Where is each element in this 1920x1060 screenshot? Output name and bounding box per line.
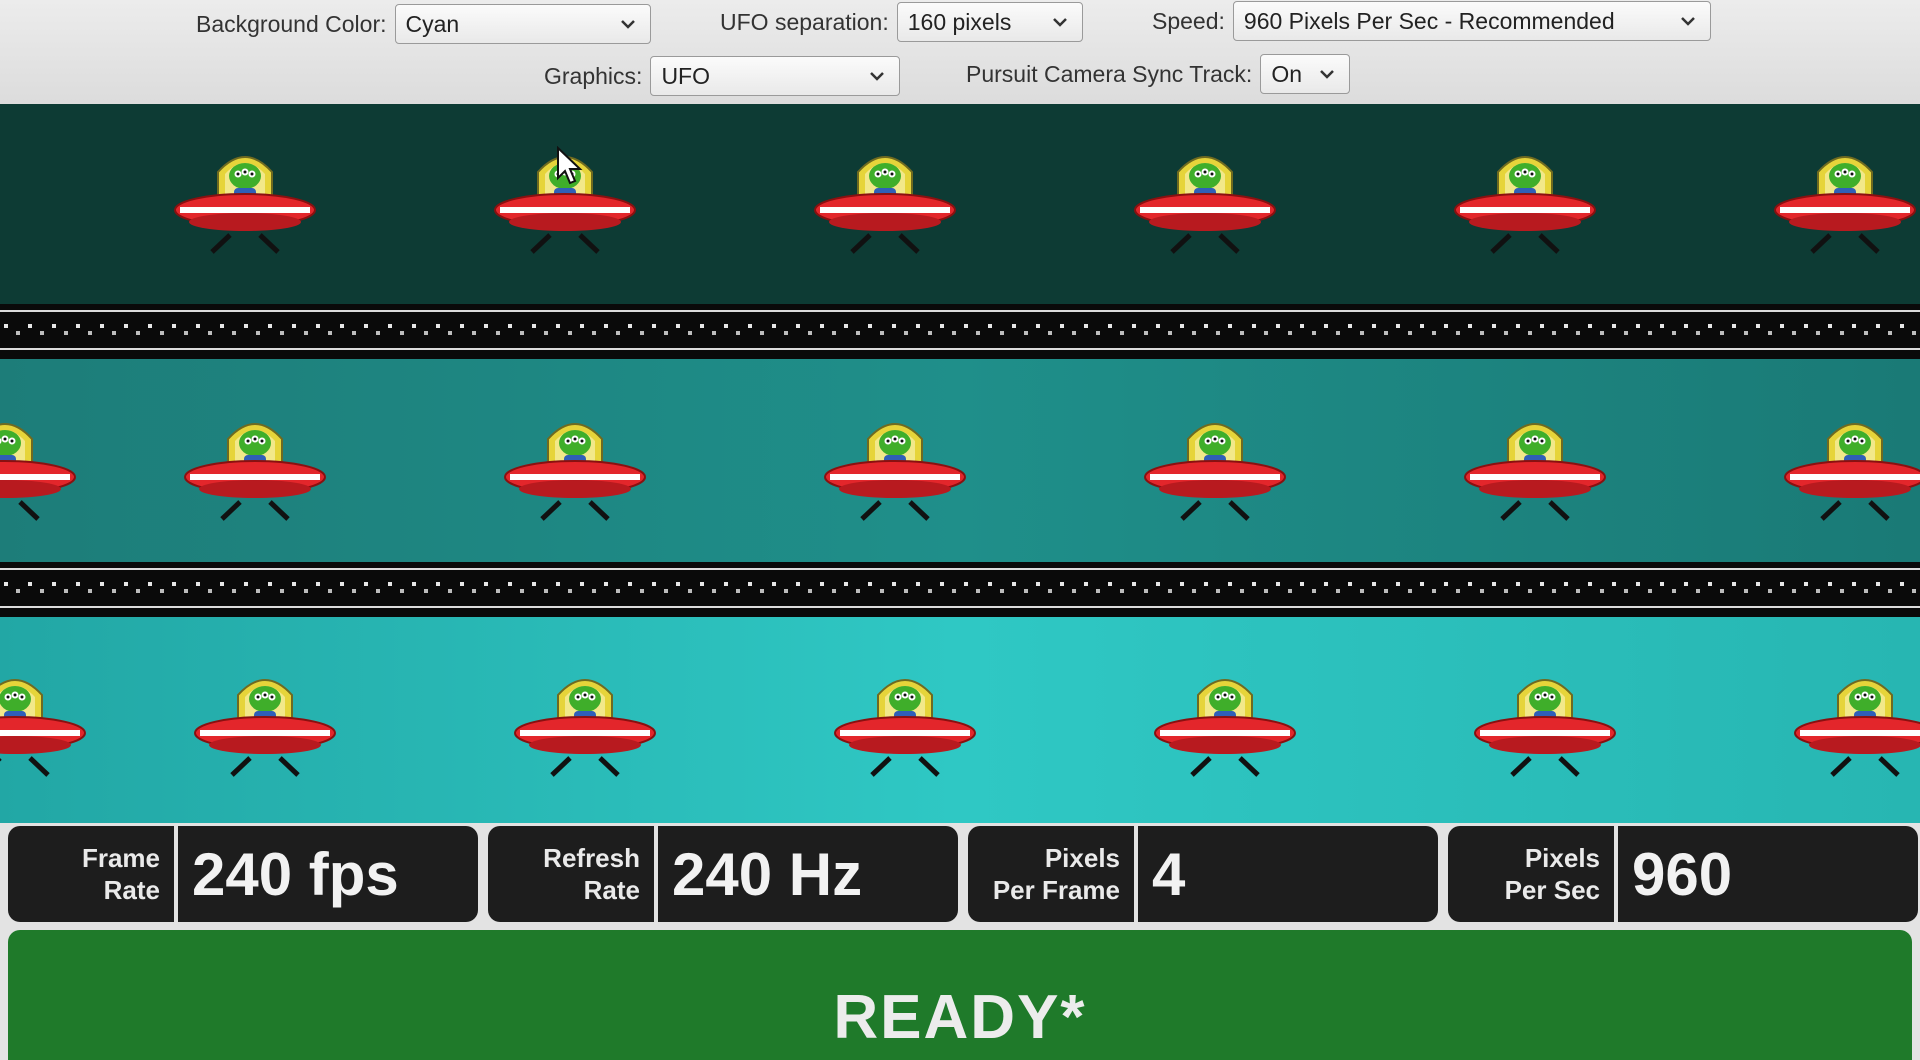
chevron-down-icon	[1052, 18, 1067, 27]
pursuit-sync-control: Pursuit Camera Sync Track: On	[966, 54, 1351, 94]
ufo-track-mid	[0, 356, 1920, 565]
ufo-icon	[834, 679, 976, 777]
frame-rate-label: Frame Rate	[8, 826, 178, 922]
stats-panel: Frame Rate 240 fps Refresh Rate 240 Hz Pix…	[8, 826, 1918, 922]
graphics-value: UFO	[661, 62, 710, 89]
pixels-per-sec-stat: Pixels Per Sec 960	[1448, 826, 1918, 922]
background-color-value: Cyan	[405, 10, 460, 37]
chevron-down-icon	[620, 20, 635, 29]
ufo-separation-value: 160 pixels	[907, 8, 1012, 35]
ufo-icon	[184, 423, 326, 521]
pursuit-sync-value: On	[1271, 60, 1302, 87]
ufo-icon	[1134, 156, 1276, 254]
controls-bar: Background Color: Cyan UFO separation: 1…	[0, 0, 1920, 104]
background-color-select[interactable]: Cyan	[394, 4, 651, 44]
background-color-control: Background Color: Cyan	[196, 4, 651, 44]
ufo-icon	[1154, 679, 1296, 777]
pixels-per-frame-label: Pixels Per Frame	[968, 826, 1138, 922]
speed-value: 960 Pixels Per Sec - Recommended	[1243, 7, 1615, 34]
pursuit-sync-select[interactable]: On	[1260, 54, 1351, 94]
ufo-icon	[1464, 423, 1606, 521]
ufo-icon	[1774, 156, 1916, 254]
track-separator	[0, 562, 1920, 614]
graphics-control: Graphics: UFO	[544, 56, 901, 96]
ufo-icon	[1794, 679, 1920, 777]
ufo-track-dark	[0, 104, 1920, 304]
ufo-separation-control: UFO separation: 160 pixels	[720, 2, 1083, 42]
ufo-track-light	[0, 614, 1920, 823]
ufo-icon	[194, 679, 336, 777]
pixels-per-sec-label: Pixels Per Sec	[1448, 826, 1618, 922]
ufo-separation-select[interactable]: 160 pixels	[896, 2, 1083, 42]
ufo-icon	[1474, 679, 1616, 777]
pursuit-sync-label: Pursuit Camera Sync Track:	[966, 60, 1253, 87]
chevron-down-icon	[1681, 17, 1695, 26]
ufo-icon	[1454, 156, 1596, 254]
frame-rate-stat: Frame Rate 240 fps	[8, 826, 478, 922]
ufo-icon	[174, 156, 316, 254]
speed-control: Speed: 960 Pixels Per Sec - Recommended	[1152, 1, 1711, 41]
background-color-label: Background Color:	[196, 10, 387, 37]
frame-rate-value: 240 fps	[192, 840, 399, 908]
chevron-down-icon	[1320, 70, 1335, 79]
ready-status-text: READY*	[833, 983, 1087, 1052]
refresh-rate-label: Refresh Rate	[488, 826, 658, 922]
graphics-select[interactable]: UFO	[650, 56, 901, 96]
pixels-per-sec-value: 960	[1632, 840, 1733, 908]
mouse-cursor-icon	[557, 146, 583, 185]
speed-label: Speed:	[1152, 7, 1225, 34]
ufo-icon	[1784, 423, 1920, 521]
ufo-icon	[504, 423, 646, 521]
track-separator	[0, 304, 1920, 356]
graphics-label: Graphics:	[544, 62, 643, 89]
chevron-down-icon	[870, 72, 885, 81]
ufo-icon	[1144, 423, 1286, 521]
pixels-per-frame-stat: Pixels Per Frame 4	[968, 826, 1438, 922]
pixels-per-frame-value: 4	[1152, 840, 1186, 908]
refresh-rate-value: 240 Hz	[672, 840, 863, 908]
ufo-icon	[0, 423, 76, 521]
speed-select[interactable]: 960 Pixels Per Sec - Recommended	[1232, 1, 1711, 41]
ufo-icon	[824, 423, 966, 521]
refresh-rate-stat: Refresh Rate 240 Hz	[488, 826, 958, 922]
ready-status-bar[interactable]: READY*	[8, 930, 1912, 1060]
ufo-icon	[0, 679, 86, 777]
ufo-icon	[514, 679, 656, 777]
ufo-icon	[814, 156, 956, 254]
ufo-separation-label: UFO separation:	[720, 8, 889, 35]
